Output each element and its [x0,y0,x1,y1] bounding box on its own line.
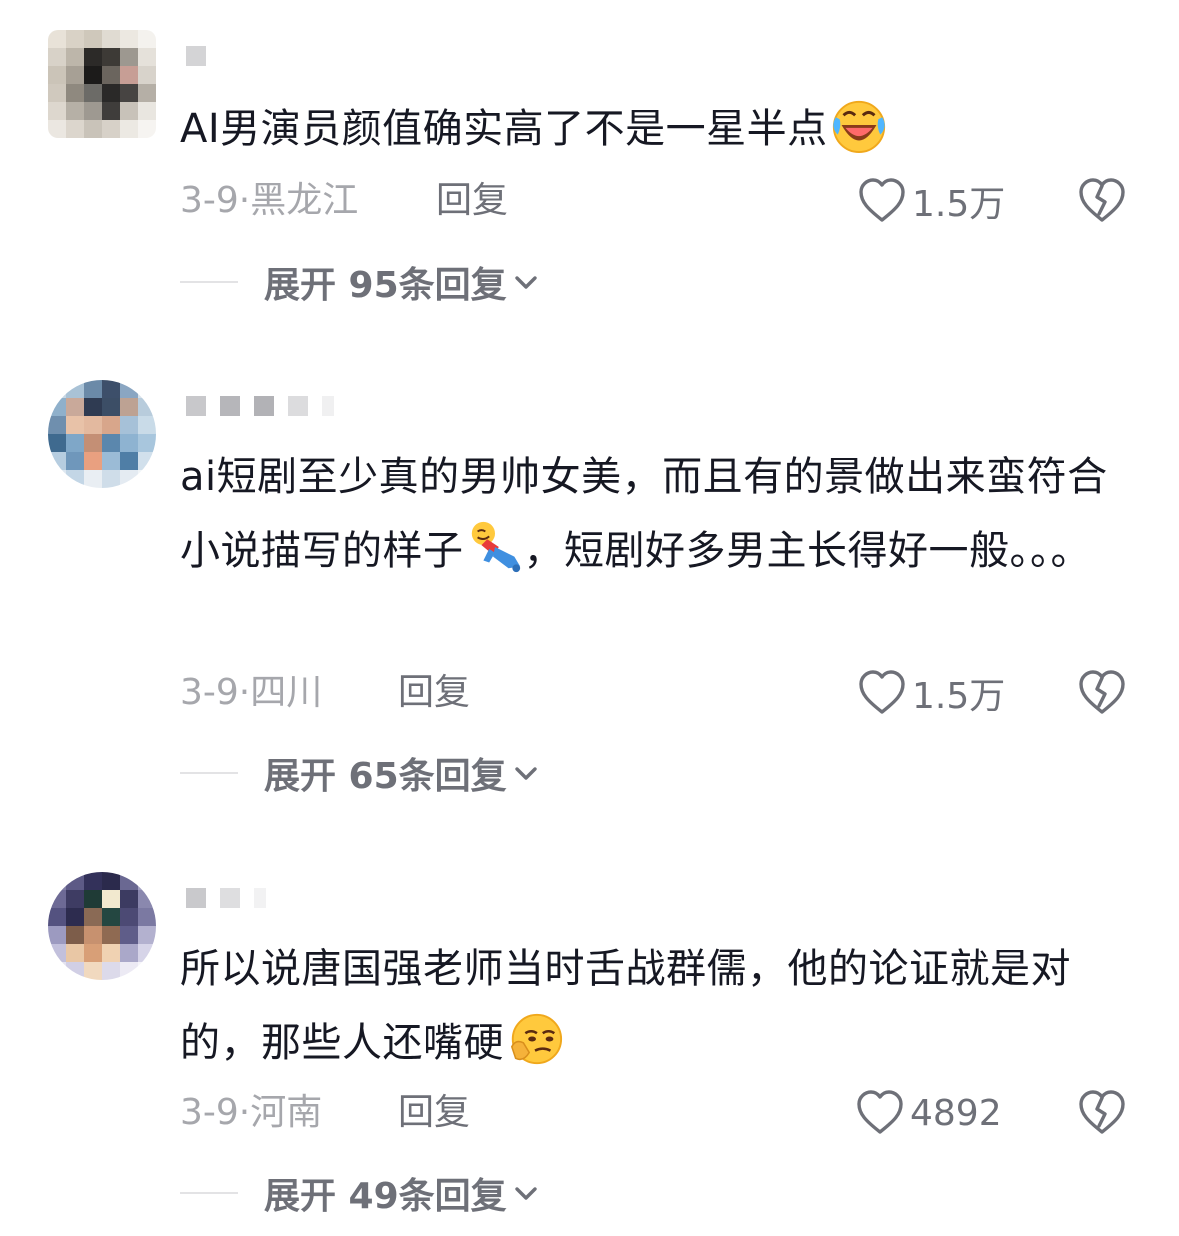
username[interactable] [186,394,334,418]
broken-heart-icon [1079,670,1125,714]
reply-button[interactable]: 回复 [436,176,508,226]
like-count: 4892 [910,1092,1002,1134]
broken-heart-icon [1079,1090,1125,1134]
expand-replies[interactable]: 展开 49条回复 [180,1168,539,1218]
comment-text: AI男演员颜值确实高了不是一星半点 [180,92,1140,166]
username[interactable] [186,886,266,910]
expand-replies-label: 展开 65条回复 [264,756,507,797]
like-count: 1.5万 [912,184,1006,225]
chevron-down-icon [514,1187,537,1200]
comment-location: 黑龙江 [250,180,359,221]
comment-date: 3-9· [180,180,251,221]
comment-text: ai短剧至少真的男帅女美，而且有的景做出来蛮符合小说描写的样子 ，短剧好多男主长… [180,454,1108,574]
broken-heart-icon [1079,178,1125,222]
thinking-smirk-emoji [510,1013,563,1065]
dislike-button[interactable] [1078,1090,1126,1136]
rolling-on-floor-emoji [471,521,520,573]
heart-icon [859,178,905,222]
expand-replies-label: 展开 49条回复 [264,1176,507,1217]
expand-replies[interactable]: 展开 95条回复 [180,257,539,307]
like-button[interactable]: 1.5万 [858,668,1005,718]
comment-meta: 3-9·四川 [180,668,322,718]
comment-location: 河南 [250,1092,323,1133]
avatar[interactable] [48,380,156,488]
reply-button[interactable]: 回复 [398,668,470,718]
comment-meta: 3-9·黑龙江 [180,176,358,226]
avatar[interactable] [48,30,156,138]
comment-text: 所以说唐国强老师当时舌战群儒，他的论证就是对的，那些人还嘴硬 [180,946,1071,1066]
divider [180,1192,238,1194]
laughing-crying-emoji [832,100,885,154]
comment-location: 四川 [250,672,323,713]
dislike-button[interactable] [1078,178,1126,224]
username[interactable] [186,44,206,68]
like-button[interactable]: 4892 [856,1088,1002,1138]
comment-date: 3-9· [180,1092,251,1133]
heart-icon [857,1090,903,1134]
reply-button[interactable]: 回复 [398,1088,470,1138]
comment-date: 3-9· [180,672,251,713]
chevron-down-icon [514,276,537,289]
chevron-down-icon [514,767,537,780]
expand-replies[interactable]: 展开 65条回复 [180,748,539,798]
comment-meta: 3-9·河南 [180,1088,322,1138]
dislike-button[interactable] [1078,670,1126,716]
avatar[interactable] [48,872,156,980]
expand-replies-label: 展开 95条回复 [264,265,507,306]
like-count: 1.5万 [912,676,1006,717]
divider [180,281,238,283]
heart-icon [859,670,905,714]
like-button[interactable]: 1.5万 [858,176,1005,226]
divider [180,772,238,774]
